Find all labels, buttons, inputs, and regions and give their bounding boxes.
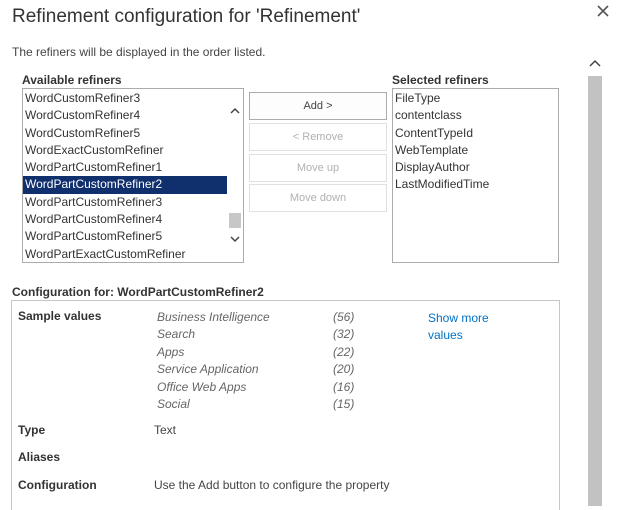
sample-value-name: Business Intelligence [157, 310, 270, 324]
selected-refiner-item[interactable]: FileType [393, 90, 558, 107]
selected-refiners-label: Selected refiners [392, 73, 489, 87]
available-refiner-item[interactable]: WordExactCustomRefiner [23, 142, 227, 159]
available-refiner-item[interactable]: WordCustomRefiner4 [23, 107, 227, 124]
close-button[interactable] [594, 2, 612, 20]
dialog-title: Refinement configuration for 'Refinement… [12, 6, 361, 27]
selected-refiner-item[interactable]: contentclass [393, 107, 558, 124]
selected-refiners-list[interactable]: FileType contentclass ContentTypeId WebTemp… [392, 88, 559, 263]
sample-value-count: (20) [333, 362, 355, 377]
dialog-scrollbar-thumb[interactable] [588, 76, 602, 506]
add-button[interactable]: Add > [249, 92, 387, 120]
type-label: Type [18, 423, 46, 437]
sample-value-name: Search [157, 327, 196, 342]
sample-value-count: (16) [333, 379, 355, 394]
selected-refiner-item[interactable]: WebTemplate [393, 142, 558, 159]
available-refiner-item[interactable]: WordPartCustomRefiner1 [23, 159, 227, 176]
remove-button[interactable]: < Remove [249, 123, 387, 151]
available-refiner-item[interactable]: WordCustomRefiner3 [23, 90, 227, 107]
selected-refiner-item[interactable]: ContentTypeId [393, 125, 558, 142]
scroll-up-arrow-icon[interactable] [588, 58, 602, 70]
sample-values-label: Sample values [18, 309, 102, 323]
intro-text: The refiners will be displayed in the or… [12, 45, 266, 59]
available-refiner-item[interactable]: WordCustomRefiner5 [23, 125, 227, 142]
scroll-up-arrow-icon[interactable] [229, 105, 241, 117]
sample-value-name: Service Application [157, 362, 259, 377]
configuration-value: Use the Add button to configure the prop… [154, 478, 390, 492]
configuration-label: Configuration [18, 478, 97, 492]
close-icon [597, 5, 609, 17]
type-value: Text [154, 423, 177, 437]
available-refiner-item[interactable]: WordPartCustomRefiner4 [23, 211, 227, 228]
selected-refiner-item[interactable]: DisplayAuthor [393, 159, 558, 176]
selected-refiner-item[interactable]: LastModifiedTime [393, 176, 558, 193]
available-refiner-item[interactable]: WordPartCustomRefiner3 [23, 194, 227, 211]
available-list-scrollbar[interactable] [227, 89, 243, 262]
sample-value-name: Social [157, 397, 190, 411]
dialog-scrollbar[interactable] [587, 44, 603, 506]
sample-value-name: Office Web Apps [157, 379, 247, 394]
sample-value-count: (22) [333, 344, 355, 359]
sample-value-name: Apps [157, 344, 185, 359]
sample-value-count: (56) [333, 310, 355, 324]
aliases-label: Aliases [18, 450, 61, 464]
configuration-panel: Sample values Business Intelligence (56) S… [11, 300, 560, 510]
available-refiner-item[interactable]: WordPartExactCustomRefiner [23, 246, 227, 262]
sample-value-count: (15) [333, 397, 355, 411]
sample-value-count: (32) [333, 327, 355, 342]
available-refiner-item[interactable]: WordPartCustomRefiner2 [23, 176, 227, 194]
configuration-heading: Configuration for: WordPartCustomRefiner… [12, 285, 264, 299]
available-refiner-item[interactable]: WordPartCustomRefiner5 [23, 228, 227, 245]
show-more-values-link[interactable]: Show more values [428, 310, 518, 344]
scrollbar-thumb[interactable] [229, 213, 241, 228]
scroll-down-arrow-icon[interactable] [229, 233, 241, 245]
move-down-button[interactable]: Move down [249, 184, 387, 212]
move-up-button[interactable]: Move up [249, 154, 387, 182]
available-refiners-list[interactable]: WordCustomRefiner3 WordCustomRefiner4 Word… [22, 88, 244, 263]
available-refiners-label: Available refiners [22, 73, 122, 87]
